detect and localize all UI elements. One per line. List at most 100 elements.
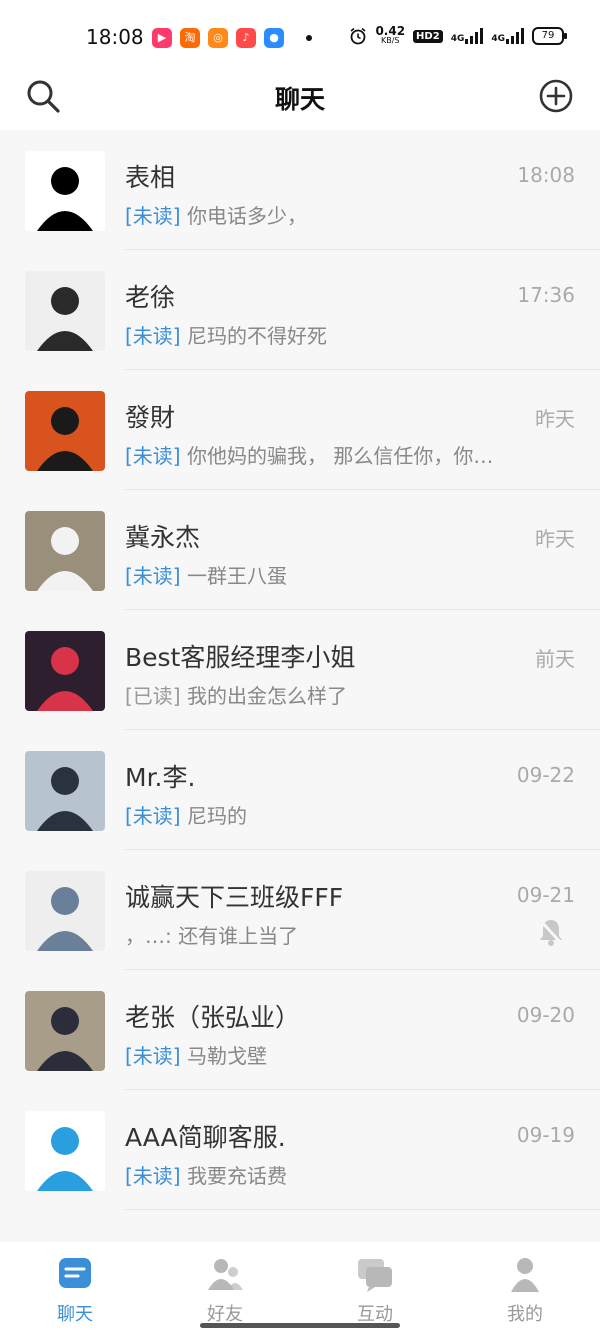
chat-list-item[interactable]: Best客服经理李小姐 前天 [已读] 我的出金怎么样了 — [0, 610, 600, 730]
chat-preview: [未读] 你他妈的骗我， 那么信任你，你… — [125, 440, 515, 469]
chat-list-item[interactable]: 老徐 17:36 [未读] 尼玛的不得好死 — [0, 250, 600, 370]
chat-preview: [已读] 我的出金怎么样了 — [125, 680, 515, 709]
nav-tab-friends[interactable]: 好友 — [175, 1254, 275, 1326]
unread-tag: [未读] — [125, 1044, 181, 1068]
chat-preview: [未读] 我要充话费 — [125, 1160, 515, 1189]
chat-icon — [59, 1258, 91, 1288]
unread-tag: [未读] — [125, 204, 181, 228]
blue-app-icon: ● — [264, 28, 284, 48]
chat-time: 昨天 — [535, 407, 575, 431]
contact-avatar[interactable] — [25, 151, 105, 231]
chat-preview: [未读] 你电话多少， — [125, 200, 515, 229]
unread-tag: [未读] — [125, 564, 181, 588]
chat-time: 09-22 — [516, 763, 575, 787]
nav-tab-label: 聊天 — [57, 1304, 93, 1325]
avatar-image — [25, 751, 105, 831]
page-title: 聊天 — [274, 85, 325, 114]
avatar-image — [25, 1111, 105, 1191]
chat-list-item[interactable]: 表相 18:08 [未读] 你电话多少， — [0, 130, 600, 250]
status-indicators: 0.42 KB/S HD2 4G 4G 79 — [349, 24, 567, 46]
contact-avatar[interactable] — [25, 511, 105, 591]
bottom-navigation: 聊天 好友 互动我的 — [0, 1242, 600, 1333]
taobao-app-icon: 淘 — [180, 28, 200, 48]
chat-list[interactable]: 表相 18:08 [未读] 你电话多少， 老徐 17:36 [未读] 尼玛的不得好死 發財昨… — [0, 130, 600, 1242]
contact-avatar[interactable] — [25, 271, 105, 351]
contact-avatar[interactable] — [25, 391, 105, 471]
unread-tag: [未读] — [125, 324, 181, 348]
list-divider — [125, 1209, 600, 1210]
chat-last-message: 你电话多少， — [186, 204, 307, 228]
chat-last-message: 尼玛的不得好死 — [186, 324, 327, 348]
chat-time: 09-19 — [516, 1123, 575, 1147]
chat-preview: [未读] 马勒戈壁 — [125, 1040, 515, 1069]
signal-strength-1: 4G — [451, 28, 484, 44]
chat-time: 昨天 — [535, 527, 575, 551]
orange-app-icon: ◎ — [208, 28, 228, 48]
music-app-icon: ♪ — [236, 28, 256, 48]
nav-tab-interaction[interactable]: 互动 — [325, 1254, 425, 1326]
mute-bell-icon — [538, 918, 564, 946]
nav-tab-label: 我的 — [507, 1304, 543, 1325]
add-icon[interactable] — [538, 78, 574, 114]
unread-tag: [未读] — [125, 804, 181, 828]
chat-list-item[interactable]: Mr.李. 09-22 [未读] 尼玛的 — [0, 730, 600, 850]
avatar-image — [25, 511, 105, 591]
avatar-image — [25, 871, 105, 951]
chat-time: 09-21 — [516, 883, 575, 907]
chat-list-item[interactable]: 老张（张弘业） 09-20 [未读] 马勒戈壁 — [0, 970, 600, 1090]
signal-strength-2: 4G — [491, 28, 524, 44]
chat-name: 老徐 — [125, 283, 176, 312]
chat-name: AAA简聊客服. — [125, 1123, 286, 1152]
unread-tag: [未读] — [125, 1164, 181, 1188]
chat-preview: [未读] 一群王八蛋 — [125, 560, 515, 589]
home-indicator[interactable] — [200, 1323, 400, 1328]
contact-avatar[interactable] — [25, 1111, 105, 1191]
contact-avatar[interactable] — [25, 871, 105, 951]
chat-name: 冀永杰 — [125, 523, 201, 552]
chat-last-message: 我要充话费 — [186, 1164, 287, 1188]
chat-last-message: 你他妈的骗我， 那么信任你，你… — [186, 444, 494, 468]
avatar-image — [25, 991, 105, 1071]
chat-name: 表相 — [125, 163, 176, 192]
chat-last-message: 一群王八蛋 — [186, 564, 287, 588]
contact-avatar[interactable] — [25, 991, 105, 1071]
chat-list-item[interactable]: AAA简聊客服. 09-19 [未读] 我要充话费 — [0, 1090, 600, 1210]
chat-time: 09-20 — [516, 1003, 575, 1027]
notification-icons: ▶ 淘 ◎ ♪ ● — [152, 28, 312, 48]
more-notifications-dot — [306, 35, 312, 41]
friends-icon — [208, 1259, 243, 1290]
chat-preview: [未读] 尼玛的不得好死 — [125, 320, 515, 349]
chat-preview: ，…: 还有谁上当了 — [125, 920, 515, 949]
chat-name: 诚赢天下三班级FFF — [125, 883, 344, 912]
chat-last-message: 我的出金怎么样了 — [186, 684, 347, 708]
chat-preview: [未读] 尼玛的 — [125, 800, 515, 829]
chat-last-message: 尼玛的 — [186, 804, 247, 828]
nav-tab-chat[interactable]: 聊天 — [25, 1254, 125, 1326]
chat-time: 前天 — [535, 647, 575, 671]
chat-name: 老张（张弘业） — [125, 1003, 301, 1032]
chat-list-item[interactable]: 诚赢天下三班级FFF 09-21 ，…: 还有谁上当了 — [0, 850, 600, 970]
contact-avatar[interactable] — [25, 631, 105, 711]
app-header: 聊天 — [0, 72, 600, 130]
chat-list-item[interactable]: 冀永杰 昨天 [未读] 一群王八蛋 — [0, 490, 600, 610]
chat-name: 發財 — [125, 403, 176, 432]
network-speed: 0.42 KB/S — [375, 24, 406, 45]
hd-voice-badge: HD2 — [413, 29, 443, 43]
contact-avatar[interactable] — [25, 751, 105, 831]
battery-indicator: 79 — [532, 27, 567, 45]
chat-list-item[interactable]: 發財 昨天 [未读] 你他妈的骗我， 那么信任你，你… — [0, 370, 600, 490]
avatar-image — [25, 151, 105, 231]
profile-icon — [511, 1258, 539, 1292]
status-bar: 18:08 ▶ 淘 ◎ ♪ ● 0.42 KB/S HD2 4G 4G 79 — [0, 0, 600, 72]
chat-last-message: ，…: 还有谁上当了 — [125, 924, 299, 948]
unread-tag: [未读] — [125, 444, 181, 468]
nav-tab-profile[interactable]: 我的 — [475, 1254, 575, 1326]
avatar-image — [25, 391, 105, 471]
read-tag: [已读] — [125, 684, 181, 708]
alarm-icon — [350, 27, 366, 45]
chat-name: Mr.李. — [125, 763, 196, 792]
interaction-icon — [358, 1259, 392, 1292]
avatar-image — [25, 271, 105, 351]
chat-last-message: 马勒戈壁 — [186, 1044, 267, 1068]
video-app-icon: ▶ — [152, 28, 172, 48]
